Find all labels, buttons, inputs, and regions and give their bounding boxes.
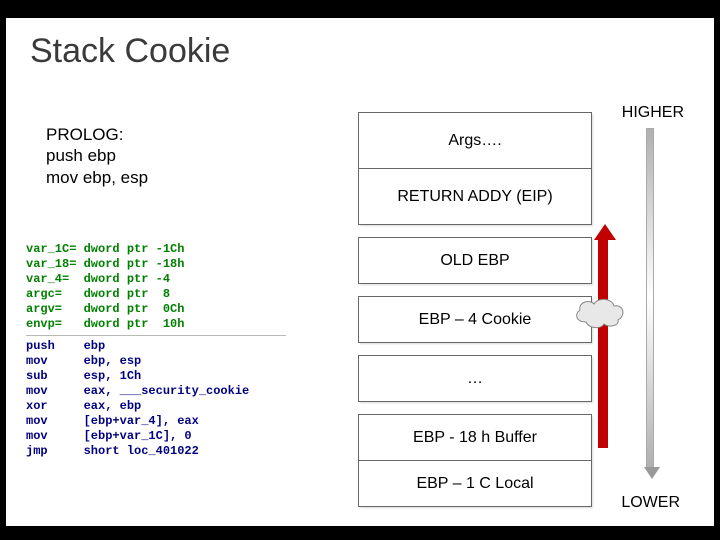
stack-diagram: Args…. RETURN ADDY (EIP) OLD EBP EBP – 4… — [358, 112, 592, 507]
slide-title: Stack Cookie — [30, 32, 230, 71]
prolog-heading: PROLOG: — [46, 124, 148, 145]
disassembly-block: var_1C= dword ptr -1Ch var_18= dword ptr… — [26, 242, 316, 459]
prolog-line1: push ebp — [46, 145, 148, 166]
stack-row-ellipsis: … — [359, 356, 592, 402]
stack-row-return: RETURN ADDY (EIP) — [359, 169, 592, 225]
stack-row-cookie: EBP – 4 Cookie — [359, 297, 592, 343]
disasm-vars: var_1C= dword ptr -1Ch var_18= dword ptr… — [26, 242, 316, 332]
gradient-down-arrow-icon — [644, 128, 656, 480]
stack-row-buffer: EBP - 18 h Buffer — [359, 415, 592, 461]
slide: Stack Cookie PROLOG: push ebp mov ebp, e… — [6, 18, 714, 526]
stack-row-local: EBP – 1 C Local — [359, 461, 592, 507]
cloud-icon — [568, 294, 628, 330]
prolog-text: PROLOG: push ebp mov ebp, esp — [46, 124, 148, 188]
label-higher: HIGHER — [622, 104, 684, 122]
divider — [26, 335, 286, 336]
stack-row-args: Args…. — [359, 113, 592, 169]
stack-row-oldebp: OLD EBP — [359, 238, 592, 284]
disasm-code: push ebp mov ebp, esp sub esp, 1Ch mov e… — [26, 339, 316, 459]
prolog-line2: mov ebp, esp — [46, 167, 148, 188]
label-lower: LOWER — [621, 494, 680, 512]
red-up-arrow-icon — [594, 224, 612, 448]
